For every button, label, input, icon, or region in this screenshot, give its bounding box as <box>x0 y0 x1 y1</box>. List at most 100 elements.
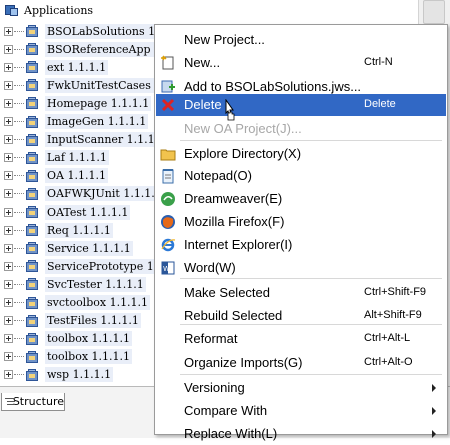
tree-item-label: OA 1.1.1.1 <box>45 168 108 184</box>
expand-icon[interactable] <box>4 189 13 199</box>
menu-item-notepad[interactable]: Notepad(O) <box>156 165 446 187</box>
expand-icon[interactable] <box>4 62 13 72</box>
tree-item[interactable]: Req 1.1.1.1 <box>0 221 113 239</box>
project-icon <box>25 277 41 291</box>
project-icon <box>25 115 41 129</box>
menu-item-rebuild-selected[interactable]: Rebuild Selected Alt+Shift-F9 <box>156 305 446 327</box>
mouse-pointer-icon <box>225 99 235 121</box>
tree-item[interactable]: wsp 1.1.1.1 <box>0 366 114 384</box>
tree-item-label: Service 1.1.1.1 <box>45 240 133 256</box>
tree-item[interactable]: svctoolbox 1.1.1.1 <box>0 294 151 312</box>
project-icon <box>25 241 41 255</box>
menu-item-label: Delete <box>184 97 222 112</box>
structure-icon <box>5 397 15 407</box>
project-icon <box>25 332 41 346</box>
project-icon <box>25 151 41 165</box>
ie-icon <box>160 237 176 253</box>
add-icon <box>160 79 176 95</box>
expand-icon[interactable] <box>4 225 13 235</box>
expand-icon[interactable] <box>4 26 13 36</box>
expand-icon[interactable] <box>4 243 13 253</box>
menu-item-replace-with[interactable]: Replace With(L) <box>156 423 446 445</box>
tree-item[interactable]: TestFiles 1.1.1.1 <box>0 312 141 330</box>
tree-connector <box>14 30 24 32</box>
tree-item[interactable]: InputScanner 1.1.1.1 <box>0 131 168 149</box>
tree-item[interactable]: ext 1.1.1.1 <box>0 58 109 76</box>
expand-icon[interactable] <box>4 207 13 217</box>
tree-item[interactable]: ImageGen 1.1.1.1 <box>0 113 149 131</box>
menu-item-label: Dreamweaver(E) <box>184 191 283 206</box>
tree-item[interactable]: Laf 1.1.1.1 <box>0 149 109 167</box>
project-icon <box>25 296 41 310</box>
context-menu: New Project... New... Ctrl-N Add to BSOLabS… <box>154 24 448 441</box>
tree-connector <box>14 193 24 195</box>
menu-item-versioning[interactable]: Versioning <box>156 377 446 399</box>
menu-item-mozilla-firefox[interactable]: Mozilla Firefox(F) <box>156 211 446 233</box>
tree-item-label: Laf 1.1.1.1 <box>45 150 109 166</box>
menu-item-make-selected[interactable]: Make Selected Ctrl+Shift-F9 <box>156 282 446 304</box>
project-icon <box>25 205 41 219</box>
tree-item[interactable]: Homepage 1.1.1.1 <box>0 94 152 112</box>
menu-item-delete[interactable]: Delete Delete <box>156 94 446 116</box>
menu-item-label: Make Selected <box>184 285 270 300</box>
tree-item[interactable]: SvcTester 1.1.1.1 <box>0 275 146 293</box>
menu-item-organize-imports[interactable]: Organize Imports(G) Ctrl+Alt-O <box>156 352 446 374</box>
expand-icon[interactable] <box>4 316 13 326</box>
expand-icon[interactable] <box>4 44 13 54</box>
menu-item-label: Reformat <box>184 331 238 346</box>
menu-separator <box>180 374 442 375</box>
tree-item[interactable]: toolbox 1.1.1.1 <box>0 330 133 348</box>
tree-connector <box>14 356 24 358</box>
expand-icon[interactable] <box>4 261 13 271</box>
menu-item-label: Compare With <box>184 403 268 418</box>
menu-item-internet-explorer[interactable]: Internet Explorer(I) <box>156 234 446 256</box>
project-icon <box>25 223 41 237</box>
menu-item-label: New Project... <box>184 32 265 47</box>
scrollbar-thumb[interactable] <box>423 0 445 24</box>
tree-connector <box>14 211 24 213</box>
menu-item-label: New... <box>184 55 221 70</box>
tree-item-label: InputScanner 1.1.1.1 <box>45 132 168 148</box>
tree-item[interactable]: OATest 1.1.1.1 <box>0 203 131 221</box>
tree-item[interactable]: OAFWKJUnit 1.1.1.1 <box>0 185 164 203</box>
applications-icon <box>4 3 20 17</box>
menu-item-explore-directory[interactable]: Explore Directory(X) <box>156 143 446 165</box>
tree-item[interactable]: toolbox 1.1.1.1 <box>0 348 133 366</box>
menu-item-shortcut: Ctrl+Alt-L <box>364 332 411 344</box>
expand-icon[interactable] <box>4 98 13 108</box>
tree-item-label: OAFWKJUnit 1.1.1.1 <box>45 186 164 202</box>
project-icon <box>25 133 41 147</box>
menu-item-shortcut: Ctrl+Alt-O <box>364 356 413 368</box>
project-icon <box>25 42 41 56</box>
menu-separator <box>180 140 442 141</box>
project-icon <box>25 60 41 74</box>
tree-item[interactable]: Service 1.1.1.1 <box>0 239 133 257</box>
expand-icon[interactable] <box>4 298 13 307</box>
menu-item-label: Rebuild Selected <box>184 308 283 323</box>
menu-item-new-project[interactable]: New Project... <box>156 29 446 51</box>
menu-item-compare-with[interactable]: Compare With <box>156 400 446 422</box>
project-icon <box>25 169 41 183</box>
tree-connector <box>14 229 24 231</box>
expand-icon[interactable] <box>4 171 13 181</box>
tree-root-applications[interactable]: Applications <box>0 1 93 19</box>
tree-item-label: ImageGen 1.1.1.1 <box>45 114 149 129</box>
expand-icon[interactable] <box>4 80 13 90</box>
tree-item[interactable]: OA 1.1.1.1 <box>0 167 108 185</box>
expand-icon[interactable] <box>4 117 13 126</box>
menu-item-new[interactable]: New... Ctrl-N <box>156 52 446 74</box>
menu-item-label: Explore Directory(X) <box>184 146 302 161</box>
tab-structure-label: Structure <box>12 395 64 408</box>
expand-icon[interactable] <box>4 352 13 362</box>
menu-item-reformat[interactable]: Reformat Ctrl+Alt-L <box>156 328 446 350</box>
expand-icon[interactable] <box>4 135 13 145</box>
project-icon <box>25 78 41 92</box>
menu-item-dreamweaver[interactable]: Dreamweaver(E) <box>156 188 446 210</box>
tab-structure[interactable]: Structure <box>1 393 65 411</box>
expand-icon[interactable] <box>4 153 13 163</box>
menu-item-word[interactable]: W Word(W) <box>156 257 446 279</box>
expand-icon[interactable] <box>4 279 13 289</box>
expand-icon[interactable] <box>4 334 13 344</box>
expand-icon[interactable] <box>4 370 13 380</box>
tree-root-label: Applications <box>24 3 94 17</box>
